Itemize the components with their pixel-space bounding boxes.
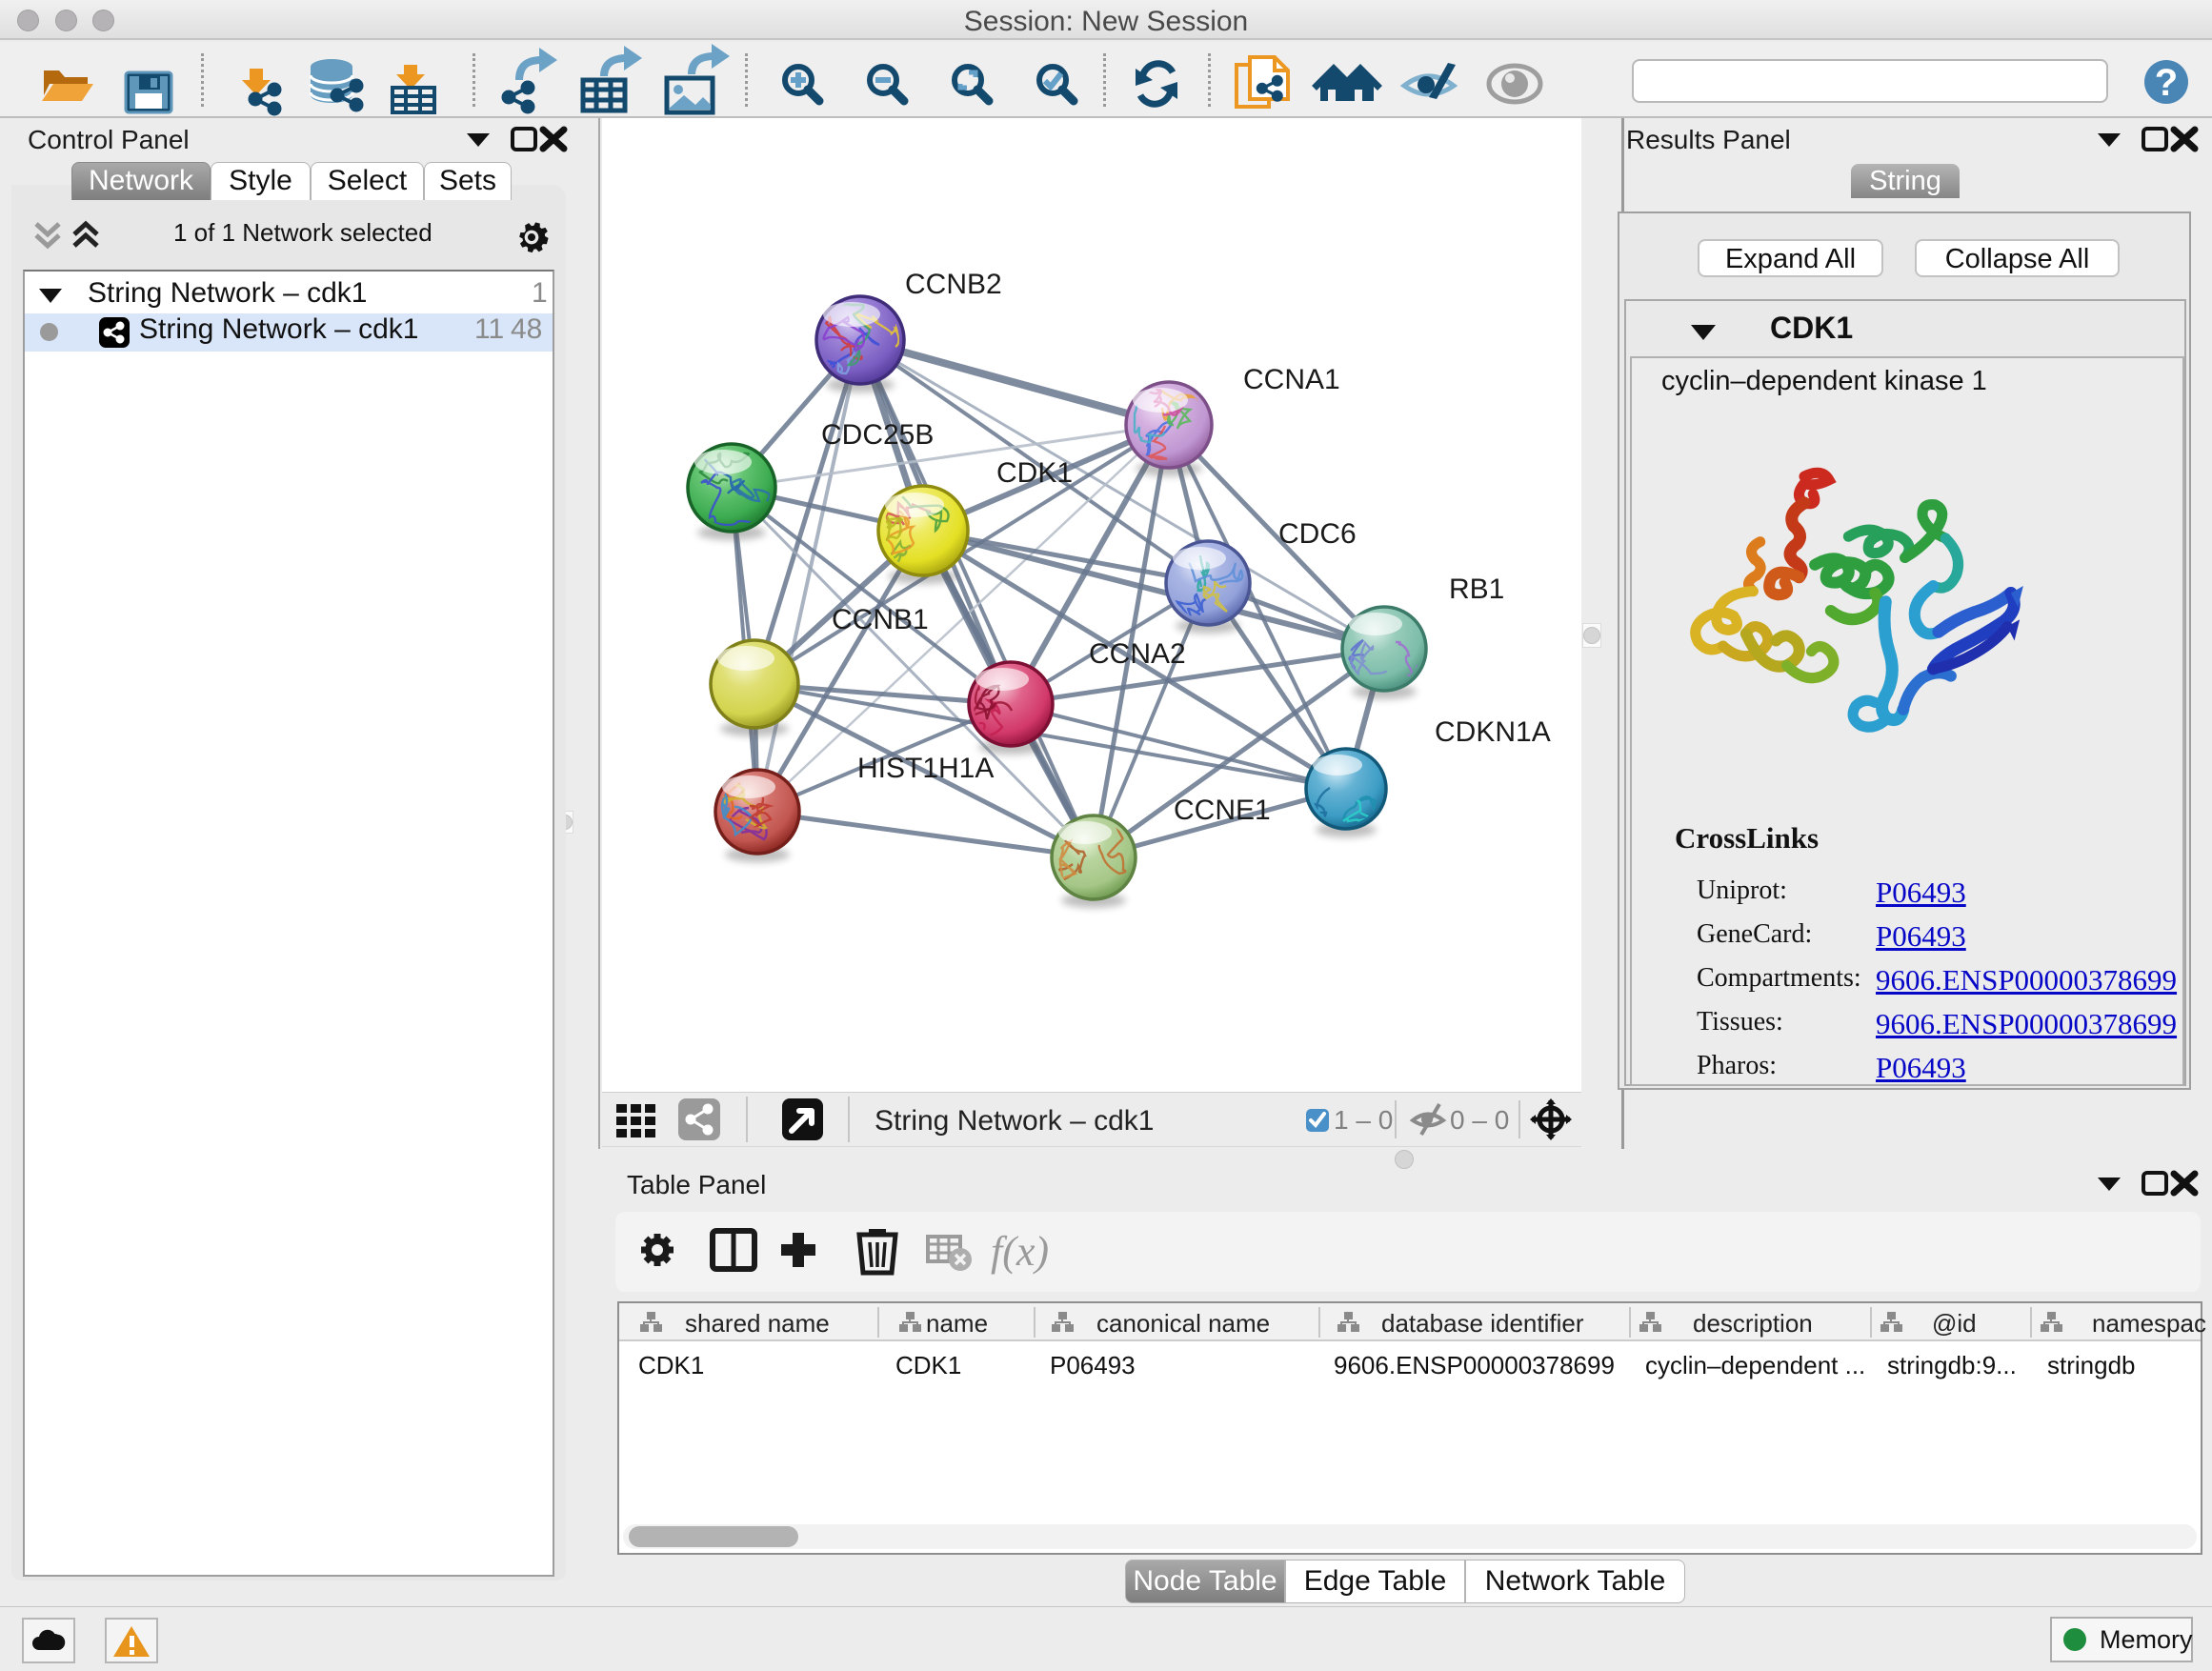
svg-text:RB1: RB1: [1449, 574, 1504, 605]
svg-text:HIST1H1A: HIST1H1A: [857, 753, 994, 784]
svg-text:CCNA2: CCNA2: [1089, 638, 1186, 670]
svg-text:CDK1: CDK1: [996, 457, 1073, 489]
svg-text:?: ?: [2155, 62, 2178, 104]
svg-text:String Network – cdk1: String Network – cdk1: [875, 1105, 1154, 1137]
svg-text:CDC25B: CDC25B: [821, 419, 934, 451]
svg-text:CCNB1: CCNB1: [832, 604, 929, 635]
svg-text:CCNE1: CCNE1: [1174, 795, 1271, 826]
svg-text:CCNA1: CCNA1: [1243, 364, 1340, 395]
svg-text:0 – 0: 0 – 0: [1450, 1105, 1509, 1135]
svg-text:1 – 0: 1 – 0: [1334, 1105, 1393, 1135]
svg-text:CDC6: CDC6: [1278, 518, 1357, 550]
svg-text:f(x): f(x): [991, 1228, 1049, 1275]
svg-text:CDKN1A: CDKN1A: [1435, 716, 1551, 748]
svg-text:CCNB2: CCNB2: [905, 269, 1002, 300]
